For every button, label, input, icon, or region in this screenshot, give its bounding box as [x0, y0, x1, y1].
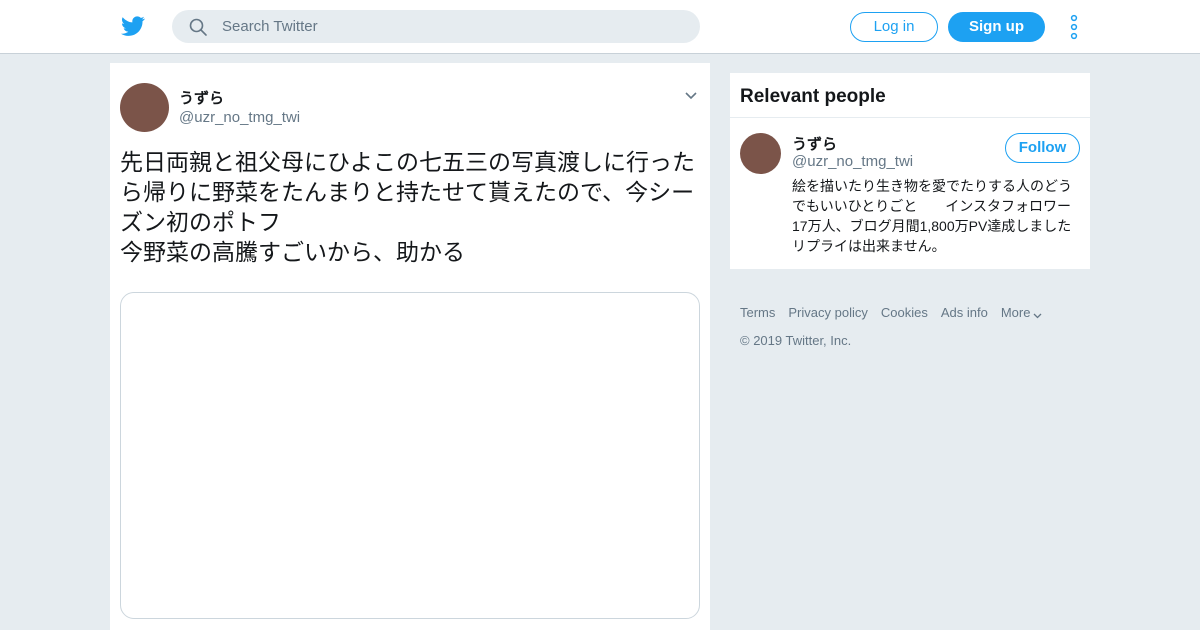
more-vertical-icon[interactable]	[1068, 14, 1080, 40]
relevant-people-card: Relevant people うずら @uzr_no_tmg_twi Foll…	[730, 73, 1090, 269]
footer-link-ads-info[interactable]: Ads info	[941, 305, 988, 320]
copyright: © 2019 Twitter, Inc.	[740, 333, 852, 348]
top-navigation-bar: Search Twitter Log in Sign up	[0, 0, 1200, 54]
person-handle[interactable]: @uzr_no_tmg_twi	[792, 153, 913, 170]
person-name[interactable]: うずら	[792, 133, 837, 154]
tweet-media[interactable]	[120, 292, 700, 619]
twitter-bird-icon[interactable]	[120, 14, 146, 38]
search-bar[interactable]: Search Twitter	[172, 10, 700, 43]
person-bio: 絵を描いたり生き物を愛でたりする人のどうでもいいひとりごと インスタフォロワー1…	[792, 178, 1090, 254]
footer-links: Terms Privacy policy Cookies Ads info Mo…	[740, 305, 1090, 320]
chevron-down-icon[interactable]	[684, 91, 698, 101]
search-icon	[189, 18, 207, 36]
tweet-card: うずら @uzr_no_tmg_twi 先日両親と祖父母にひよこの七五三の写真渡…	[110, 63, 710, 630]
footer-link-privacy[interactable]: Privacy policy	[788, 305, 867, 320]
footer-link-cookies[interactable]: Cookies	[881, 305, 928, 320]
author-handle[interactable]: @uzr_no_tmg_twi	[179, 109, 300, 126]
author-avatar[interactable]	[120, 83, 169, 132]
person-avatar[interactable]	[740, 133, 781, 174]
follow-button[interactable]: Follow	[1005, 133, 1080, 163]
divider	[730, 117, 1090, 118]
signup-button[interactable]: Sign up	[948, 12, 1045, 42]
footer: Terms Privacy policy Cookies Ads info Mo…	[740, 305, 1090, 348]
search-input[interactable]: Search Twitter	[222, 18, 318, 35]
relevant-people-title: Relevant people	[740, 86, 886, 107]
footer-link-more[interactable]: More	[1001, 305, 1031, 320]
footer-link-terms[interactable]: Terms	[740, 305, 775, 320]
footer-more-menu[interactable]: More	[1001, 305, 1043, 320]
author-name[interactable]: うずら	[179, 87, 224, 108]
tweet-text: 先日両親と祖父母にひよこの七五三の写真渡しに行ったら帰りに野菜をたんまりと持たせ…	[120, 149, 695, 265]
login-button[interactable]: Log in	[850, 12, 938, 42]
chevron-down-icon	[1033, 313, 1042, 319]
